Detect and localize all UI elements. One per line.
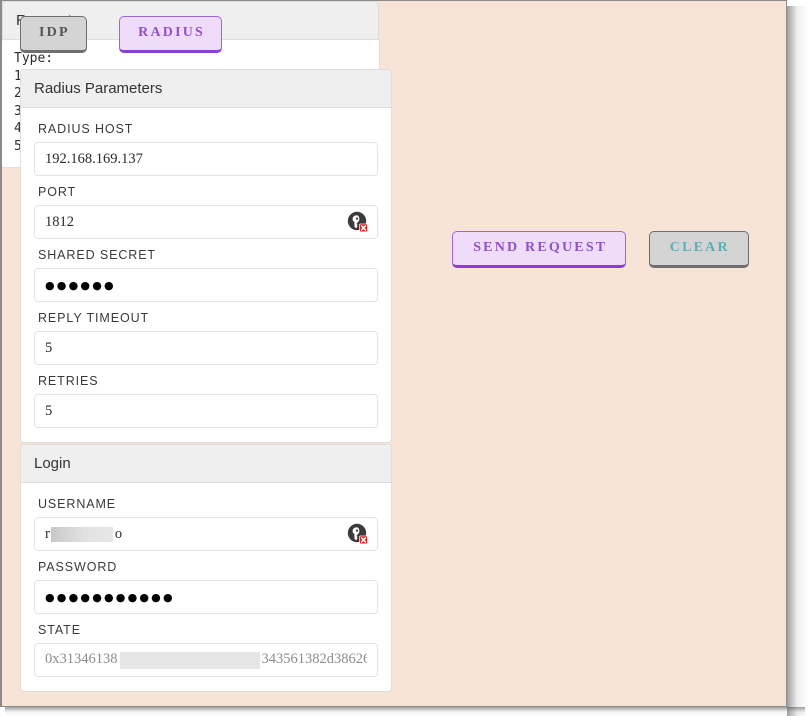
label-reply-timeout: REPLY TIMEOUT — [38, 311, 378, 325]
radius-panel-title: Radius Parameters — [21, 70, 391, 108]
radius-panel-body: RADIUS HOST 192.168.169.137 PORT 1812 — [21, 108, 391, 442]
port-value: 1812 — [45, 214, 74, 231]
label-retries: RETRIES — [38, 374, 378, 388]
reply-timeout-value: 5 — [45, 340, 52, 357]
username-prefix: r — [45, 526, 50, 542]
login-panel-body: USERNAME ro PASSWORD ●●●●●●●●●●● — [21, 483, 391, 691]
shared-secret-input[interactable]: ●●●●●● — [34, 268, 378, 302]
radius-host-input[interactable]: 192.168.169.137 — [34, 142, 378, 176]
radius-parameters-panel: Radius Parameters RADIUS HOST 192.168.16… — [20, 69, 392, 443]
username-value: ro — [45, 526, 122, 543]
send-request-button[interactable]: SEND REQUEST — [452, 231, 626, 268]
state-value: 0x31346138 343561382d386265 — [45, 651, 367, 668]
tab-idp-label: IDP — [39, 25, 70, 40]
state-redaction — [120, 652, 260, 669]
reply-timeout-input[interactable]: 5 — [34, 331, 378, 365]
app-window: IDP RADIUS Radius Parameters RADIUS HOST… — [0, 0, 787, 707]
clear-label: CLEAR — [670, 240, 730, 255]
label-shared-secret: SHARED SECRET — [38, 248, 378, 262]
label-state: STATE — [38, 623, 378, 637]
retries-value: 5 — [45, 403, 52, 420]
window-shadow-bottom — [5, 707, 805, 716]
label-password: PASSWORD — [38, 560, 378, 574]
password-value: ●●●●●●●●●●● — [45, 591, 175, 604]
state-suffix: 343561382d386265 — [262, 651, 368, 667]
radius-host-value: 192.168.169.137 — [45, 151, 143, 168]
window-shadow-right — [787, 6, 810, 716]
request-action-row: SEND REQUEST CLEAR — [412, 231, 787, 268]
password-manager-icon[interactable] — [347, 523, 369, 545]
tab-radius[interactable]: RADIUS — [119, 16, 222, 53]
login-panel: Login USERNAME ro PASSWORD — [20, 444, 392, 692]
tab-bar: IDP RADIUS — [20, 16, 222, 53]
username-suffix: o — [115, 526, 122, 542]
label-port: PORT — [38, 185, 378, 199]
username-redaction — [51, 527, 113, 542]
password-input[interactable]: ●●●●●●●●●●● — [34, 580, 378, 614]
retries-input[interactable]: 5 — [34, 394, 378, 428]
state-input[interactable]: 0x31346138 343561382d386265 — [34, 643, 378, 677]
port-input[interactable]: 1812 — [34, 205, 378, 239]
shared-secret-value: ●●●●●● — [45, 279, 116, 292]
password-manager-icon[interactable] — [347, 211, 369, 233]
label-radius-host: RADIUS HOST — [38, 122, 378, 136]
clear-button[interactable]: CLEAR — [649, 231, 749, 268]
label-username: USERNAME — [38, 497, 378, 511]
tab-radius-label: RADIUS — [138, 25, 205, 40]
state-prefix: 0x31346138 — [45, 651, 118, 667]
username-input[interactable]: ro — [34, 517, 378, 551]
tab-idp[interactable]: IDP — [20, 16, 87, 53]
send-request-label: SEND REQUEST — [473, 240, 607, 255]
login-panel-title: Login — [21, 445, 391, 483]
